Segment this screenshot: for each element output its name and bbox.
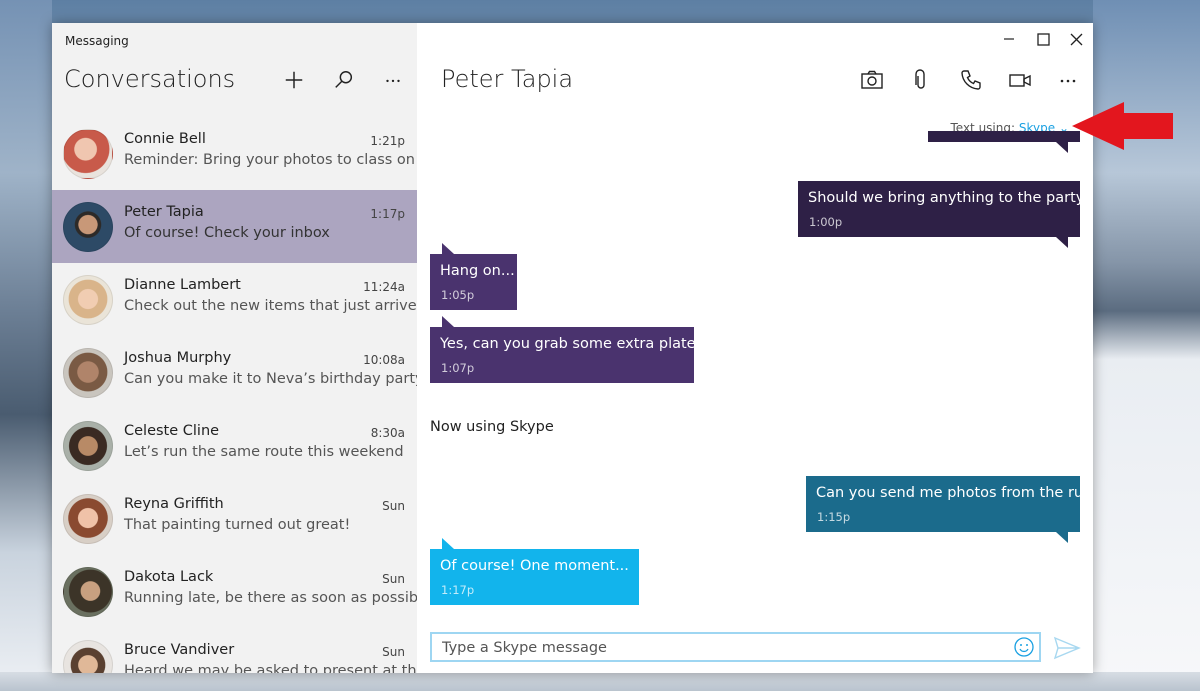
send-icon[interactable] — [1053, 635, 1081, 661]
camera-icon[interactable] — [858, 66, 886, 94]
conversation-preview: Check out the new items that just arrive… — [124, 298, 417, 314]
conversation-preview: Heard we may be asked to present at the … — [124, 663, 417, 673]
conversation-preview: Can you make it to Neva’s birthday party… — [124, 371, 417, 387]
conversation-item-joshua-murphy[interactable]: Joshua Murphy 10:08a Can you make it to … — [52, 336, 417, 409]
conversation-time: 11:24a — [363, 280, 405, 294]
conversation-item-reyna-griffith[interactable]: Reyna Griffith Sun That painting turned … — [52, 482, 417, 555]
message-time: 1:00p — [809, 215, 843, 229]
conversation-preview: That painting turned out great! — [124, 517, 351, 533]
conversation-time: 1:17p — [370, 207, 405, 221]
message-text: Hang on... — [440, 263, 515, 279]
conversation-time: Sun — [382, 645, 405, 659]
message-time: 1:17p — [441, 583, 475, 597]
message-bubble-received[interactable]: Of course! One moment... 1:17p — [430, 538, 639, 605]
conversations-pane: Messaging Conversations Connie Bell 1:21… — [52, 23, 417, 673]
maximize-button[interactable] — [1028, 28, 1058, 50]
conversation-name: Bruce Vandiver — [124, 642, 235, 658]
conversation-time: 1:21p — [370, 134, 405, 148]
conversation-item-dakota-lack[interactable]: Dakota Lack Sun Running late, be there a… — [52, 555, 417, 628]
conversation-item-celeste-cline[interactable]: Celeste Cline 8:30a Let’s run the same r… — [52, 409, 417, 482]
conversation-name: Dakota Lack — [124, 569, 214, 585]
conversation-preview: Of course! Check your inbox — [124, 225, 330, 241]
conversation-name: Peter Tapia — [124, 204, 204, 220]
avatar — [63, 494, 113, 544]
more-icon[interactable] — [380, 67, 406, 93]
search-icon[interactable] — [331, 67, 357, 93]
message-bubble-sent[interactable]: Can you send me photos from the run 1:15… — [806, 476, 1092, 543]
bubble-tail — [1056, 237, 1068, 248]
bubble-tail — [442, 538, 454, 549]
messaging-window: Messaging Conversations Connie Bell 1:21… — [52, 23, 1093, 673]
chat-pane: Peter Tapia Text using: Skype ⌄ Should w… — [417, 23, 1093, 673]
conversation-item-peter-tapia[interactable]: Peter Tapia 1:17p Of course! Check your … — [52, 190, 417, 263]
conversation-name: Dianne Lambert — [124, 277, 241, 293]
message-text: Should we bring anything to the party? — [808, 190, 1093, 206]
annotation-arrow-icon — [1072, 102, 1173, 150]
message-bubble-sent[interactable]: Should we bring anything to the party? 1… — [798, 181, 1092, 248]
conversation-time: 10:08a — [363, 353, 405, 367]
emoji-icon[interactable] — [1013, 636, 1035, 658]
plus-icon[interactable] — [281, 67, 307, 93]
service-status-line: Now using Skype — [430, 419, 554, 435]
conversation-name: Celeste Cline — [124, 423, 220, 439]
conversation-name: Joshua Murphy — [124, 350, 232, 366]
more-options-icon[interactable] — [1054, 66, 1082, 94]
message-text: Of course! One moment... — [440, 558, 629, 574]
message-input-box — [430, 632, 1041, 662]
avatar — [63, 202, 113, 252]
phone-icon[interactable] — [957, 66, 985, 94]
message-time: 1:05p — [441, 288, 475, 302]
conversation-preview: Reminder: Bring your photos to class on … — [124, 152, 417, 168]
conversation-item-bruce-vandiver[interactable]: Bruce Vandiver Sun Heard we may be asked… — [52, 628, 417, 673]
attach-icon[interactable] — [907, 66, 935, 94]
conversation-preview: Let’s run the same route this weekend — [124, 444, 404, 460]
chat-title: Peter Tapia — [441, 65, 574, 93]
conversation-name: Connie Bell — [124, 131, 206, 147]
avatar — [63, 640, 113, 673]
desktop-wallpaper-left — [0, 0, 52, 691]
conversation-preview: Running late, be there as soon as possib… — [124, 590, 417, 606]
conversations-heading: Conversations — [64, 65, 236, 93]
conversation-name: Reyna Griffith — [124, 496, 224, 512]
avatar — [63, 567, 113, 617]
app-title: Messaging — [65, 34, 129, 48]
conversation-time: 8:30a — [370, 426, 405, 440]
bubble-tail — [1056, 142, 1068, 153]
bubble-tail — [1056, 532, 1068, 543]
message-time: 1:07p — [441, 361, 475, 375]
bubble-tail — [442, 243, 454, 254]
avatar — [63, 129, 113, 179]
desktop-wallpaper-bottom — [0, 672, 1200, 691]
message-text: Yes, can you grab some extra plates? — [440, 336, 711, 352]
conversation-item-connie-bell[interactable]: Connie Bell 1:21p Reminder: Bring your p… — [52, 117, 417, 190]
message-bubble-partial — [928, 131, 1080, 153]
conversation-list: Connie Bell 1:21p Reminder: Bring your p… — [52, 117, 417, 673]
avatar — [63, 348, 113, 398]
conversation-time: Sun — [382, 572, 405, 586]
conversation-item-dianne-lambert[interactable]: Dianne Lambert 11:24a Check out the new … — [52, 263, 417, 336]
message-text: Can you send me photos from the run — [816, 485, 1093, 501]
message-input[interactable] — [440, 637, 1004, 659]
message-bubble-received[interactable]: Yes, can you grab some extra plates? 1:0… — [430, 316, 711, 383]
message-bubble-received[interactable]: Hang on... 1:05p — [430, 243, 517, 310]
minimize-button[interactable] — [994, 28, 1024, 50]
bubble-tail — [442, 316, 454, 327]
conversation-time: Sun — [382, 499, 405, 513]
message-time: 1:15p — [817, 510, 851, 524]
avatar — [63, 421, 113, 471]
avatar — [63, 275, 113, 325]
video-icon[interactable] — [1006, 66, 1034, 94]
close-button[interactable] — [1061, 28, 1091, 50]
